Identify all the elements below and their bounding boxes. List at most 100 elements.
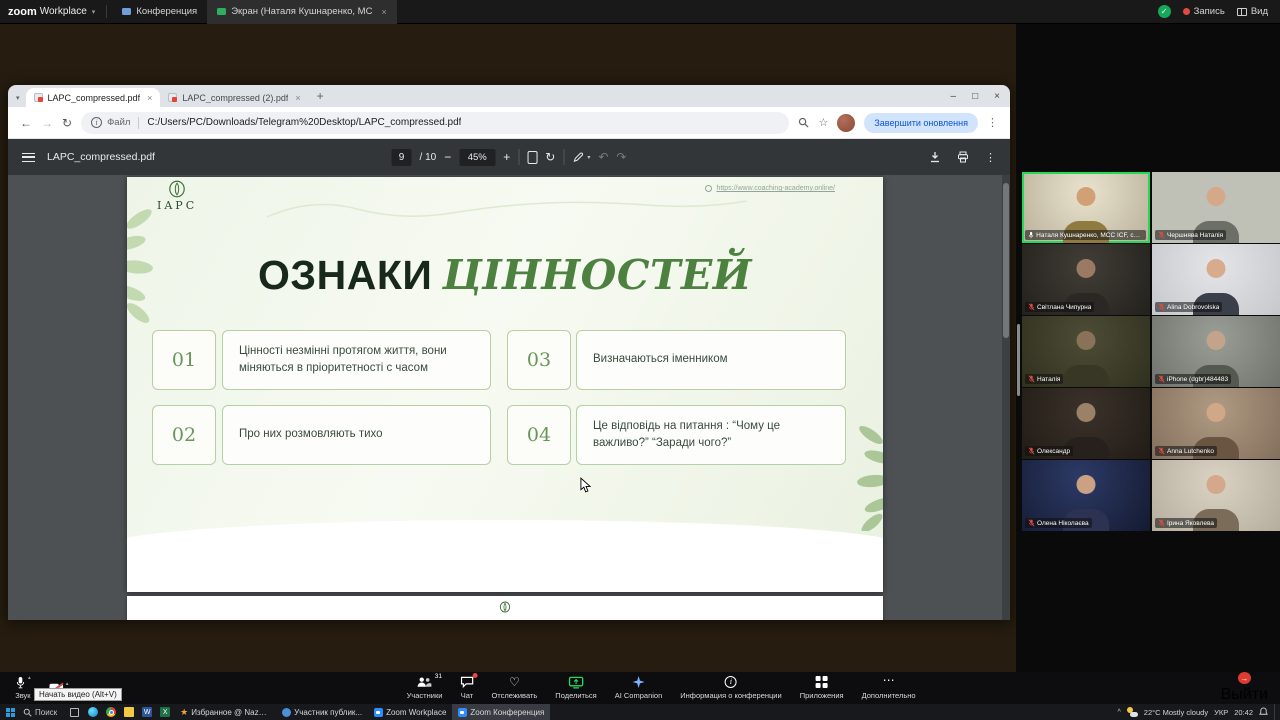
meeting-info-button[interactable]: i Информация о конференции	[671, 672, 790, 704]
back-icon[interactable]: ←	[20, 116, 32, 130]
minimize-icon[interactable]: –	[951, 91, 957, 102]
clock[interactable]: 20:42	[1234, 708, 1253, 717]
rotate-icon[interactable]: ↻	[545, 151, 555, 163]
address-input[interactable]: i Файл C:/Users/PC/Downloads/Telegram%20…	[81, 112, 789, 134]
slide-title-green: ЦІННОСТЕЙ	[442, 251, 752, 299]
participant-name-tag: Alina Dobrovolska	[1155, 302, 1222, 312]
recording-indicator[interactable]: Запись	[1183, 6, 1225, 17]
window-label: Избранное @ Nazar...	[191, 708, 270, 717]
tab-close-icon[interactable]: ×	[295, 93, 300, 103]
chevron-up-icon[interactable]: ▴	[28, 676, 31, 682]
chat-notification-dot	[472, 673, 477, 678]
zoom-out-icon[interactable]: −	[444, 151, 451, 163]
browser-tab-active[interactable]: LAPC_compressed.pdf ×	[26, 88, 161, 107]
word-icon[interactable]: W	[142, 707, 152, 717]
search-icon[interactable]	[798, 117, 809, 128]
taskbar-window-participant[interactable]: Участник публик...	[276, 704, 368, 720]
pdf-scrollbar[interactable]	[1002, 175, 1010, 620]
notification-bell-icon[interactable]	[1259, 707, 1268, 717]
participant-tile[interactable]: Світлана Чипурна	[1022, 244, 1150, 315]
participant-tile[interactable]: Наталя Кушнаренко, МСС ICF, співзас...	[1022, 172, 1150, 243]
participant-tile[interactable]: Наталія	[1022, 316, 1150, 387]
pdf-viewport[interactable]: IAPC https://www.coaching-academy.online…	[8, 175, 1010, 620]
page-info-icon[interactable]: i	[91, 117, 102, 128]
reload-icon[interactable]: ↻	[62, 116, 72, 130]
scrollbar-thumb[interactable]	[1003, 183, 1009, 338]
chat-button[interactable]: Чат	[451, 672, 482, 704]
leave-icon: →	[1238, 672, 1251, 684]
weather-text[interactable]: 22°C Mostly cloudy	[1144, 708, 1208, 717]
tab-meeting[interactable]: Конференция	[112, 0, 207, 24]
page-number-input[interactable]: 9	[392, 149, 412, 166]
chevron-down-icon[interactable]: ▾	[92, 8, 96, 16]
tab-search-icon[interactable]: ▾	[16, 94, 20, 102]
tray-expand-icon[interactable]: ^	[1118, 709, 1121, 716]
excel-icon[interactable]: X	[160, 707, 170, 717]
print-icon[interactable]	[957, 151, 969, 163]
language-indicator[interactable]: УКР	[1214, 708, 1228, 717]
participant-tile[interactable]: Alina Dobrovolska	[1152, 244, 1280, 315]
fit-page-icon[interactable]	[527, 151, 537, 164]
close-icon[interactable]: ×	[994, 91, 1000, 102]
ai-companion-button[interactable]: AI Companion	[606, 672, 672, 704]
participant-tile[interactable]: Ірина Яковлева	[1152, 460, 1280, 531]
leave-meeting-button[interactable]: → Выйти	[1215, 672, 1274, 704]
annotate-icon[interactable]	[572, 152, 583, 163]
meeting-icon	[122, 8, 131, 15]
taskbar-window-zoom-meeting[interactable]: Zoom Конференция	[452, 704, 550, 720]
tab-close-icon[interactable]: ×	[381, 7, 386, 17]
new-tab-button[interactable]: +	[317, 89, 324, 103]
value-item-text: Цінності незмінні протягом життя, вони м…	[222, 330, 491, 390]
share-screen-button[interactable]: Поделиться	[546, 672, 605, 704]
start-button[interactable]	[6, 708, 15, 717]
task-view-icon[interactable]	[70, 708, 79, 717]
participant-tile[interactable]: Олександр	[1022, 388, 1150, 459]
tab-shared-screen[interactable]: Экран (Наталя Кушнаренко, МС ×	[207, 0, 397, 24]
participants-icon	[417, 676, 432, 688]
pdf-menu-icon[interactable]	[22, 153, 35, 162]
chevron-up-icon[interactable]: ▴	[66, 682, 69, 688]
security-shield-icon[interactable]: ✓	[1158, 5, 1171, 18]
download-icon[interactable]	[929, 151, 941, 163]
participant-tile[interactable]: iPhone (dgbr)484483	[1152, 316, 1280, 387]
taskbar-window-zoom-workplace[interactable]: Zoom Workplace	[368, 704, 452, 720]
taskbar-window-favorites[interactable]: ★ Избранное @ Nazar...	[174, 704, 276, 720]
bookmark-star-icon[interactable]: ☆	[818, 116, 828, 129]
finish-update-button[interactable]: Завершити оновлення	[864, 113, 978, 133]
view-label: Вид	[1251, 6, 1268, 17]
file-explorer-icon[interactable]	[124, 707, 134, 717]
slide-page-9: IAPC https://www.coaching-academy.online…	[127, 177, 883, 592]
participant-tile[interactable]: Олена Ніколаєва	[1022, 460, 1150, 531]
tab-close-icon[interactable]: ×	[147, 93, 152, 103]
show-desktop-button[interactable]	[1274, 704, 1277, 720]
chevron-down-icon[interactable]: ▾	[587, 154, 590, 161]
maximize-icon[interactable]: □	[972, 91, 978, 102]
participant-tile[interactable]: Anna Lutchenko	[1152, 388, 1280, 459]
zoom-in-icon[interactable]: +	[503, 151, 510, 163]
zoom-level[interactable]: 45%	[459, 149, 495, 166]
apps-button[interactable]: Приложения	[791, 672, 853, 704]
redo-icon[interactable]: ↷	[616, 151, 626, 163]
browser-menu-icon[interactable]: ⋮	[987, 116, 998, 129]
participant-tile[interactable]: Чершнява Наталія	[1152, 172, 1280, 243]
browser-tab-inactive[interactable]: LAPC_compressed (2).pdf ×	[160, 88, 308, 107]
file-chip-label: Файл	[107, 117, 130, 128]
undo-icon[interactable]: ↶	[598, 151, 608, 163]
participants-button[interactable]: 31 Участники	[398, 672, 452, 704]
iapc-logo-text: IAPC	[157, 199, 197, 212]
participant-name-tag: Олександр	[1025, 446, 1073, 456]
edge-icon[interactable]	[88, 707, 98, 717]
taskbar-search[interactable]: Поиск	[15, 704, 65, 720]
pdf-more-icon[interactable]: ⋮	[985, 151, 996, 164]
slide-link-text[interactable]: https://www.coaching-academy.online/	[716, 185, 835, 192]
forward-icon[interactable]: →	[41, 116, 53, 130]
chrome-icon[interactable]	[106, 707, 116, 717]
ai-label: AI Companion	[615, 691, 663, 700]
slide-link[interactable]: https://www.coaching-academy.online/	[705, 185, 835, 192]
profile-avatar[interactable]	[837, 114, 855, 132]
muted-mic-icon	[1028, 519, 1035, 527]
panel-scrollbar-thumb[interactable]	[1017, 324, 1020, 396]
view-button[interactable]: Вид	[1237, 6, 1268, 17]
more-button[interactable]: ⋯ Дополнительно	[853, 672, 925, 704]
follow-button[interactable]: ♡ Отслеживать	[482, 672, 546, 704]
